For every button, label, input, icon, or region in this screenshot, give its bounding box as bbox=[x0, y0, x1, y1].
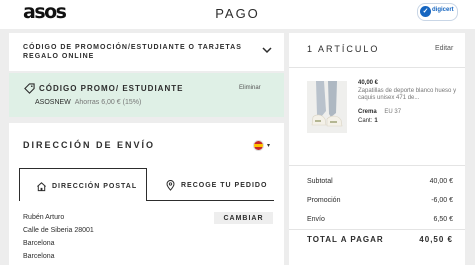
qty-label: Cant: bbox=[358, 118, 373, 124]
promo-label: Promoción bbox=[307, 197, 341, 204]
top-bar: asos PAGO ✓ digicert bbox=[0, 0, 475, 29]
address-name: Rubén Arturo bbox=[23, 214, 65, 221]
address-street: Calle de Siberia 28001 bbox=[23, 227, 94, 234]
summary-divider bbox=[289, 67, 465, 68]
promo-applied-panel: CÓDIGO PROMO/ ESTUDIANTE Eliminar ASOSNE… bbox=[9, 73, 284, 117]
summary-divider bbox=[289, 165, 465, 166]
digicert-label: digicert bbox=[432, 7, 454, 13]
item-description[interactable]: Zapatillas de deporte blanco hueso y caq… bbox=[358, 88, 458, 102]
tab-pickup[interactable]: RECOGE TU PEDIDO bbox=[149, 169, 275, 200]
subtotal-value: 40,00 € bbox=[429, 178, 453, 185]
summary-divider bbox=[289, 229, 465, 230]
tag-icon bbox=[24, 83, 35, 94]
item-quantity: Cant: 1 bbox=[358, 118, 378, 124]
location-pin-icon bbox=[166, 180, 175, 191]
promo-saving: Ahorras 6,00 € (15%) bbox=[74, 99, 142, 106]
page-title: PAGO bbox=[215, 6, 260, 21]
promo-code-toggle[interactable]: CÓDIGO DE PROMOCIÓN/ESTUDIANTE O TARJETA… bbox=[9, 33, 284, 71]
total-label: TOTAL A PAGAR bbox=[307, 235, 384, 244]
promo-applied-title: CÓDIGO PROMO/ ESTUDIANTE bbox=[39, 84, 184, 93]
address-city: Barcelona bbox=[23, 240, 55, 247]
tab-postal-label: DIRECCIÓN POSTAL bbox=[52, 183, 138, 190]
qty-value: 1 bbox=[374, 118, 378, 124]
summary-title: 1 ARTÍCULO bbox=[307, 44, 380, 54]
spain-flag-icon[interactable] bbox=[253, 140, 264, 151]
shipping-label: Envío bbox=[307, 216, 325, 223]
promo-value: -6,00 € bbox=[431, 197, 453, 204]
item-size: EU 37 bbox=[384, 109, 402, 115]
remove-promo-link[interactable]: Eliminar bbox=[239, 85, 261, 91]
item-color: Crema bbox=[358, 109, 377, 115]
home-icon bbox=[37, 182, 46, 192]
tab-underline bbox=[147, 200, 274, 201]
promo-section-title: CÓDIGO DE PROMOCIÓN/ESTUDIANTE O TARJETA… bbox=[23, 44, 242, 60]
promo-code-line: ASOSNEW Ahorras 6,00 € (15%) bbox=[35, 99, 141, 106]
tab-pickup-label: RECOGE TU PEDIDO bbox=[181, 182, 268, 189]
shipping-address-card: DIRECCIÓN DE ENVÍO ▾ DIRECCIÓN POSTAL RE… bbox=[9, 123, 284, 265]
change-address-button[interactable]: CAMBIAR bbox=[214, 212, 273, 224]
order-summary: 1 ARTÍCULO Editar 40,00 € Zapatillas de … bbox=[289, 33, 465, 265]
digicert-icon: ✓ bbox=[420, 6, 431, 17]
product-image[interactable] bbox=[307, 81, 347, 133]
shipping-value: 6,50 € bbox=[433, 216, 453, 223]
subtotal-label: Subtotal bbox=[307, 178, 333, 185]
shipping-title: DIRECCIÓN DE ENVÍO bbox=[23, 140, 156, 150]
country-chevron-icon[interactable]: ▾ bbox=[267, 142, 270, 149]
address-province: Barcelona bbox=[23, 253, 55, 260]
digicert-badge[interactable]: ✓ digicert bbox=[417, 3, 458, 21]
total-value: 40,50 € bbox=[419, 235, 453, 244]
promo-code-value: ASOSNEW bbox=[35, 99, 71, 106]
item-price: 40,00 € bbox=[358, 80, 379, 86]
item-attributes: Crema EU 37 bbox=[358, 109, 401, 115]
chevron-down-icon bbox=[262, 47, 272, 54]
tab-postal-address[interactable]: DIRECCIÓN POSTAL bbox=[19, 168, 147, 201]
edit-bag-link[interactable]: Editar bbox=[435, 45, 453, 52]
